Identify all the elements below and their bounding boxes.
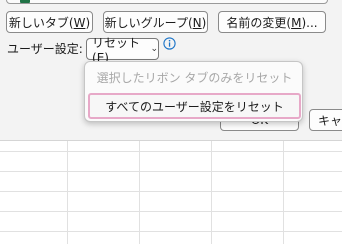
reset-menu-popup: 選択したリボン タブのみをリセット すべてのユーザー設定をリセット: [84, 61, 303, 122]
new-group-label: 新しいグループ(N): [104, 15, 207, 30]
chevron-down-icon: ⌄: [150, 44, 158, 54]
checkbox-icon: [20, 0, 30, 3]
menu-item-reset-all-customizations[interactable]: すべてのユーザー設定をリセット: [88, 93, 301, 119]
customizations-label: ユーザー設定:: [7, 42, 83, 56]
menu-item-reset-selected-ribbon-tab[interactable]: 選択したリボン タブのみをリセット: [93, 66, 296, 88]
partially-visible-list-row: [6, 0, 328, 4]
reset-dropdown-label: リセット(E): [92, 35, 141, 65]
new-tab-label: 新しいタブ(W): [8, 15, 91, 30]
rename-label: 名前の変更(M)...: [226, 15, 318, 30]
info-icon[interactable]: [163, 37, 176, 50]
rename-button[interactable]: 名前の変更(M)...: [218, 11, 326, 33]
cancel-button[interactable]: キャン: [309, 109, 342, 131]
reset-dropdown-button[interactable]: リセット(E) ⌄: [86, 36, 159, 65]
worksheet-grid[interactable]: [0, 140, 342, 244]
new-group-button[interactable]: 新しいグループ(N): [103, 11, 208, 33]
new-tab-button[interactable]: 新しいタブ(W): [6, 11, 93, 33]
